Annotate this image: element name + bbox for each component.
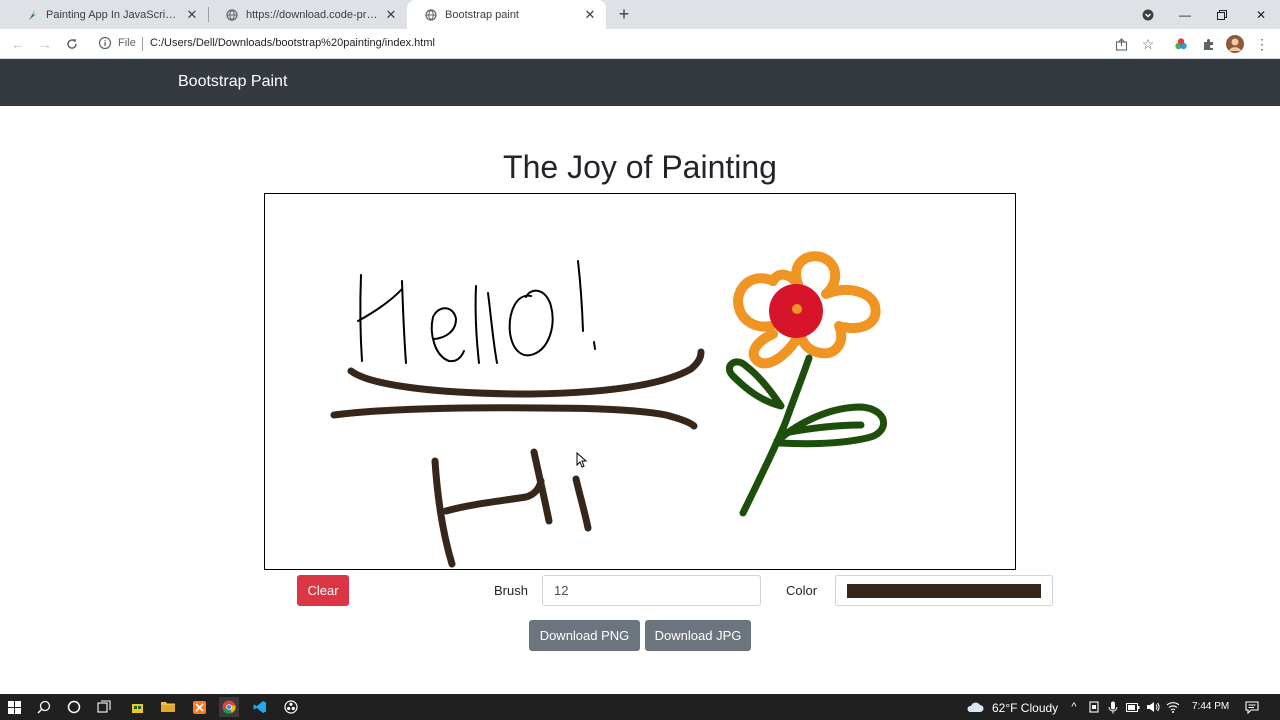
mouse-cursor-icon xyxy=(576,451,588,468)
profile-avatar[interactable] xyxy=(1225,34,1245,54)
windows-start-icon[interactable] xyxy=(4,697,24,717)
address-divider xyxy=(142,37,143,51)
weather-cloud-icon[interactable] xyxy=(965,697,985,717)
reload-icon[interactable] xyxy=(62,34,82,54)
brush-strokes xyxy=(330,348,705,568)
close-icon[interactable]: ✕ xyxy=(582,7,598,23)
flower-center-dot xyxy=(792,304,802,314)
chrome-icon[interactable] xyxy=(219,697,239,717)
globe-icon xyxy=(226,8,238,21)
share-icon[interactable] xyxy=(1111,34,1131,54)
wifi-icon[interactable] xyxy=(1163,697,1183,717)
forward-icon[interactable]: → xyxy=(35,34,55,54)
browser-tab-download[interactable]: https://download.code-projects.o ✕ xyxy=(208,0,407,29)
tab-title: https://download.code-projects.o xyxy=(246,8,379,21)
store-icon[interactable] xyxy=(127,697,147,717)
minimize-icon[interactable]: — xyxy=(1167,0,1203,29)
battery-icon[interactable] xyxy=(1123,697,1143,717)
address-bar[interactable]: File C:/Users/Dell/Downloads/bootstrap%2… xyxy=(90,32,1274,56)
color-swatch[interactable] xyxy=(847,584,1041,598)
file-explorer-icon[interactable] xyxy=(158,697,178,717)
tray-chevron-up-icon[interactable]: ^ xyxy=(1064,697,1084,717)
clock-time[interactable]: 7:44 PM xyxy=(1192,701,1229,712)
browser-toolbar: ← → File C:/Users/Dell/Downloads/bootstr… xyxy=(0,29,1280,59)
scheme-label: File xyxy=(118,37,136,49)
hello-text-strokes xyxy=(357,260,596,364)
xampp-icon[interactable] xyxy=(189,697,209,717)
back-icon[interactable]: ← xyxy=(8,34,28,54)
windows-taskbar: 62°F Cloudy ^ 7:44 PM xyxy=(0,694,1280,720)
close-icon[interactable]: ✕ xyxy=(184,7,200,23)
maximize-icon[interactable] xyxy=(1204,0,1240,29)
tab-title: Painting App In JavaScript With S xyxy=(46,8,180,21)
close-icon[interactable]: ✕ xyxy=(383,7,399,23)
navbar-brand[interactable]: Bootstrap Paint xyxy=(178,73,287,91)
brush-label: Brush xyxy=(494,583,528,598)
browser-tab-bootstrap-paint[interactable]: Bootstrap paint ✕ xyxy=(407,0,606,29)
task-view-icon[interactable] xyxy=(94,697,114,717)
extension-color-icon[interactable] xyxy=(1171,34,1191,54)
download-jpg-button[interactable]: Download JPG xyxy=(645,620,751,651)
globe-icon xyxy=(425,8,437,21)
tab-title: Bootstrap paint xyxy=(445,8,519,21)
navbar: Bootstrap Paint xyxy=(0,59,1280,106)
color-label: Color xyxy=(786,583,818,598)
url-text[interactable]: C:/Users/Dell/Downloads/bootstrap%20pain… xyxy=(150,37,435,49)
menu-kebab-icon[interactable]: ⋮ xyxy=(1252,34,1272,54)
new-tab-button[interactable]: + xyxy=(614,5,634,25)
close-window-icon[interactable]: ✕ xyxy=(1243,0,1279,29)
color-picker[interactable] xyxy=(835,575,1053,606)
paint-canvas[interactable] xyxy=(264,193,1016,570)
browser-tab-painting-app[interactable]: Painting App In JavaScript With S ✕ xyxy=(8,0,208,29)
tab-search-icon[interactable] xyxy=(1130,0,1166,29)
bookmark-star-icon[interactable]: ☆ xyxy=(1138,34,1158,54)
volume-icon[interactable] xyxy=(1143,697,1163,717)
download-png-button[interactable]: Download PNG xyxy=(529,620,640,651)
brush-size-input[interactable]: 12 xyxy=(542,575,761,606)
obs-icon[interactable] xyxy=(281,697,301,717)
weather-text[interactable]: 62°F Cloudy xyxy=(992,701,1058,715)
vscode-icon[interactable] xyxy=(250,697,270,717)
tray-app-icon[interactable] xyxy=(1084,697,1104,717)
extensions-puzzle-icon[interactable] xyxy=(1198,34,1218,54)
browser-tab-strip: Painting App In JavaScript With S ✕ http… xyxy=(0,0,1280,29)
microphone-icon[interactable] xyxy=(1103,697,1123,717)
info-icon[interactable] xyxy=(98,36,112,50)
notifications-icon[interactable] xyxy=(1242,697,1262,717)
code-projects-icon xyxy=(26,9,38,21)
clear-button[interactable]: Clear xyxy=(297,575,349,606)
canvas-drawing xyxy=(330,251,888,568)
search-icon[interactable] xyxy=(34,697,54,717)
cortana-icon[interactable] xyxy=(64,697,84,717)
flower-stem xyxy=(725,354,888,517)
page-title: The Joy of Painting xyxy=(503,149,777,185)
